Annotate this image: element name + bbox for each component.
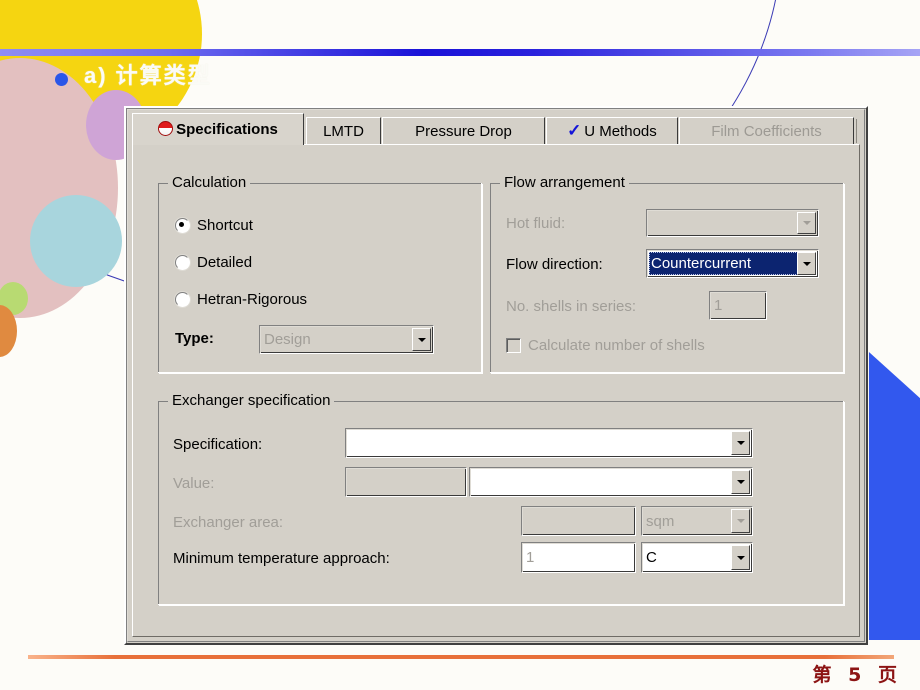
min-temperature-unit-value: C: [646, 549, 657, 566]
flow-arrangement-group-title: Flow arrangement: [500, 174, 629, 191]
exchanger-specification-group: Exchanger specification Specification: V…: [158, 392, 844, 605]
calculate-shells-checkbox[interactable]: Calculate number of shells: [506, 337, 705, 354]
chevron-down-icon: [736, 519, 745, 523]
tab-lmtd-label: LMTD: [323, 122, 364, 140]
value-unit-combo-arrow[interactable]: [731, 470, 750, 494]
hot-fluid-combo-value: [651, 210, 798, 236]
value-label: Value:: [173, 475, 215, 492]
value-number-field[interactable]: [345, 467, 467, 497]
chevron-down-icon: [802, 261, 811, 266]
min-temperature-approach-value: 1: [526, 549, 535, 566]
chevron-down-icon: [736, 441, 745, 445]
tab-specifications-label: Specifications: [176, 121, 278, 138]
tab-strip: Specifications LMTD Pressure Drop ✓ U Me…: [132, 113, 860, 145]
exchanger-area-unit-value: sqm: [646, 512, 675, 530]
radio-detailed-bullet: [175, 255, 190, 270]
exchanger-area-field[interactable]: [521, 506, 636, 536]
decor-blue-dot: [55, 73, 68, 86]
radio-shortcut-label: Shortcut: [197, 217, 253, 234]
shells-in-series-field[interactable]: 1: [709, 291, 767, 320]
flow-direction-combo-value: Countercurrent: [649, 252, 798, 275]
radio-hetran-rigorous[interactable]: Hetran-Rigorous: [175, 291, 307, 308]
shells-in-series-label: No. shells in series:: [506, 298, 637, 315]
specification-combo-value: [350, 429, 732, 457]
tab-u-methods-label: U Methods: [584, 122, 657, 140]
slide-title: a) 计算类型: [84, 63, 212, 88]
decor-teal-circle: [30, 195, 122, 287]
tab-specifications[interactable]: Specifications: [132, 113, 304, 145]
flow-direction-combo[interactable]: Countercurrent: [646, 249, 819, 278]
shells-in-series-value: 1: [714, 297, 723, 314]
value-unit-combo-value: [474, 468, 732, 496]
hot-fluid-combo[interactable]: [646, 209, 819, 237]
radio-detailed[interactable]: Detailed: [175, 254, 252, 271]
min-temperature-approach-label: Minimum temperature approach:: [173, 550, 390, 567]
hot-fluid-combo-arrow[interactable]: [797, 212, 816, 234]
blue-check-icon: ✓: [567, 120, 582, 140]
heat-exchanger-dialog: Specifications LMTD Pressure Drop ✓ U Me…: [124, 106, 868, 645]
tab-u-methods[interactable]: ✓ U Methods: [546, 117, 678, 144]
calculate-shells-checkbox-box: [506, 338, 521, 353]
specification-combo[interactable]: [345, 428, 753, 458]
chevron-down-icon: [802, 221, 811, 225]
tab-pressure-drop[interactable]: Pressure Drop: [382, 117, 545, 144]
exchanger-area-unit-arrow[interactable]: [731, 509, 750, 533]
dialog-inner-frame: Specifications LMTD Pressure Drop ✓ U Me…: [127, 109, 865, 642]
chevron-down-icon: [736, 555, 745, 560]
page-number: 第 5 页: [812, 664, 902, 686]
decor-orange-rule: [28, 655, 894, 659]
tab-pressure-drop-label: Pressure Drop: [415, 122, 512, 140]
specification-combo-arrow[interactable]: [731, 431, 750, 455]
radio-detailed-label: Detailed: [197, 254, 253, 271]
calculation-group: Calculation Shortcut Detailed Hetran-Rig…: [158, 174, 482, 373]
chevron-down-icon: [417, 337, 426, 342]
hot-fluid-label: Hot fluid:: [506, 215, 566, 232]
min-temperature-approach-field[interactable]: 1: [521, 542, 636, 573]
red-ball-icon: [158, 121, 174, 136]
radio-hetran-rigorous-label: Hetran-Rigorous: [197, 291, 308, 308]
exchanger-area-label: Exchanger area:: [173, 514, 284, 531]
tab-film-coefficients-label: Film Coefficients: [711, 122, 822, 140]
type-combo-value: Design: [264, 331, 311, 348]
type-combo[interactable]: Design: [259, 325, 434, 354]
decor-blue-wedge: [868, 352, 920, 640]
min-temperature-unit-combo[interactable]: C: [641, 542, 753, 573]
type-combo-arrow[interactable]: [412, 328, 431, 351]
type-label: Type:: [175, 330, 214, 347]
decor-blue-rule: [0, 49, 920, 56]
chevron-down-icon: [736, 480, 745, 484]
exchanger-specification-group-title: Exchanger specification: [168, 392, 335, 409]
radio-shortcut[interactable]: Shortcut: [175, 217, 253, 234]
tab-lmtd[interactable]: LMTD: [306, 117, 381, 144]
min-temperature-unit-arrow[interactable]: [731, 545, 750, 570]
tab-strip-end-divider: [856, 119, 857, 143]
flow-direction-label: Flow direction:: [506, 256, 603, 273]
exchanger-area-unit-combo[interactable]: sqm: [641, 506, 753, 536]
flow-arrangement-group: Flow arrangement Hot fluid: Flow directi…: [490, 174, 844, 373]
radio-shortcut-bullet: [175, 218, 190, 233]
flow-direction-combo-arrow[interactable]: [797, 252, 816, 275]
calculate-shells-label: Calculate number of shells: [528, 337, 705, 354]
radio-hetran-rigorous-bullet: [175, 292, 190, 307]
tab-page-specifications: Calculation Shortcut Detailed Hetran-Rig…: [132, 144, 860, 637]
specification-label: Specification:: [173, 436, 263, 453]
calculation-group-title: Calculation: [168, 174, 251, 191]
value-unit-combo[interactable]: [469, 467, 753, 497]
tab-film-coefficients[interactable]: Film Coefficients: [679, 117, 854, 144]
